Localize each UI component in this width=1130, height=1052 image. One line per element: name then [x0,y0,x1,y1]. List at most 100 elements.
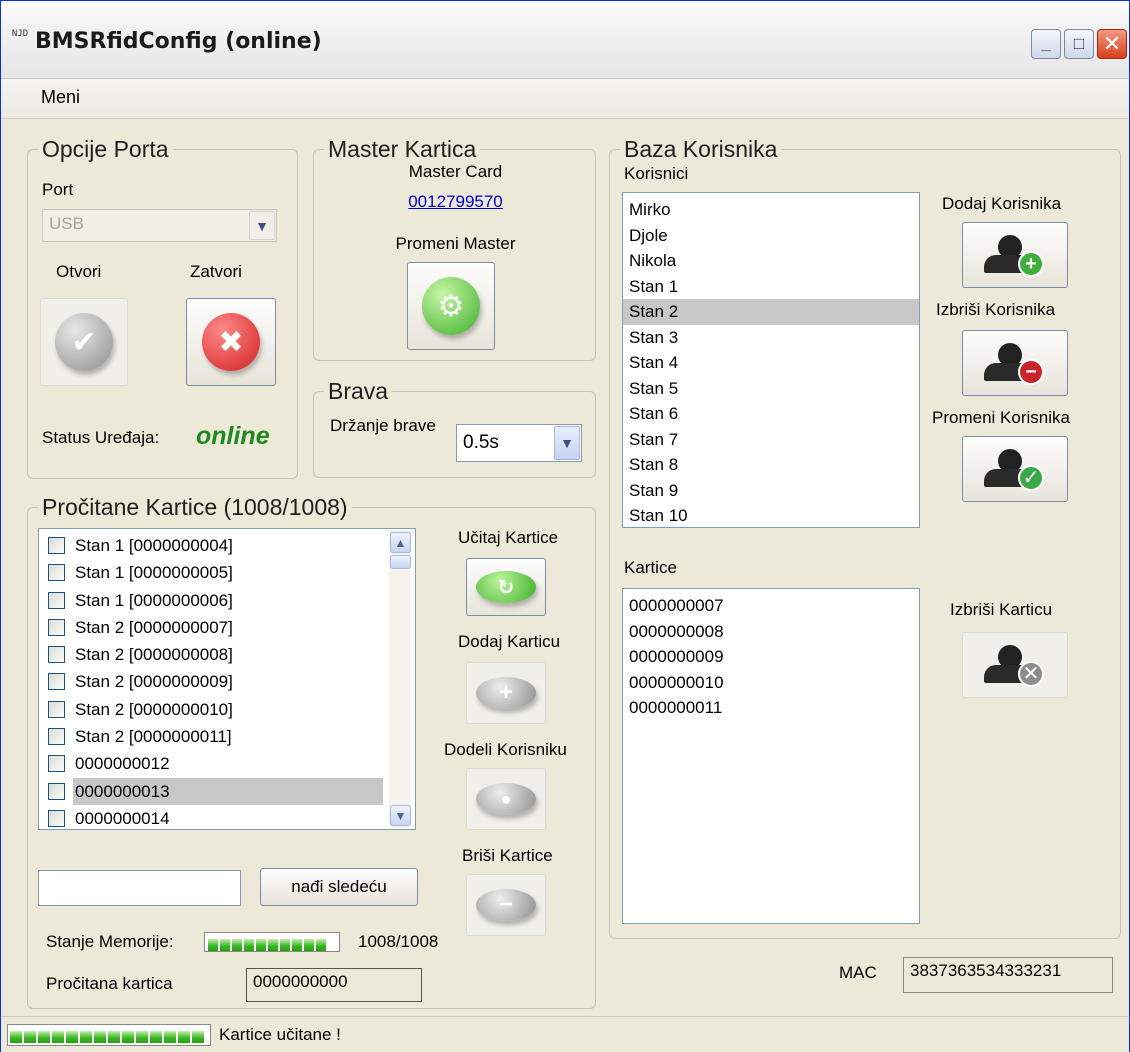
assign-user-button[interactable]: ● [466,768,546,830]
list-item[interactable]: Stan 3 [623,325,919,351]
lock-hold-label: Držanje brave [330,416,436,435]
delete-user-button[interactable]: − [962,330,1068,396]
users-list[interactable]: Mirko Djole Nikola Stan 1 Stan 2 Stan 3 … [622,192,920,528]
list-item[interactable]: Stan 1 [0000000004] [39,532,389,559]
port-select[interactable]: USB ▼ [42,209,277,242]
delete-cards-label: Briši Kartice [462,846,553,865]
lock-hold-select[interactable]: 0.5s ▼ [456,424,582,462]
port-options-title: Opcije Porta [38,136,173,162]
users-db-title: Baza Korisnika [620,136,782,162]
list-item-label: Stan 1 [0000000004] [75,536,233,555]
list-item[interactable]: Stan 2 [0000000011] [39,723,389,750]
checkbox[interactable] [48,809,65,827]
list-item[interactable]: Stan 1 [623,274,919,300]
list-item[interactable]: 0000000008 [623,619,919,645]
open-port-button[interactable]: ✔ [40,298,128,386]
lock-title: Brava [324,378,393,404]
scroll-thumb[interactable] [390,555,411,569]
list-item[interactable]: 0000000012 [39,750,389,777]
remove-user-icon: − [980,343,1050,385]
read-cards-scrollbar[interactable]: ▲ ▼ [389,530,411,828]
find-next-label: nađi sledeću [291,877,387,896]
list-item[interactable]: 0000000007 [623,593,919,619]
add-user-icon: + [980,235,1050,277]
status-text: Kartice učitane ! [219,1025,341,1044]
list-item[interactable]: Stan 2 [0000000007] [39,614,389,641]
list-item[interactable]: Djole [623,223,919,249]
scroll-down-button[interactable]: ▼ [390,805,411,826]
checkbox[interactable] [48,782,65,800]
list-item[interactable]: Stan 2 [0000000009] [39,668,389,695]
list-item[interactable]: Mirko [623,197,919,223]
add-card-button[interactable]: + [466,662,546,724]
list-item[interactable]: Stan 10 [623,503,919,529]
assign-user-label: Dodeli Korisniku [444,740,567,759]
checkbox[interactable] [48,646,65,664]
list-item[interactable]: Stan 4 [623,350,919,376]
close-port-button[interactable]: ✖ [186,298,276,386]
list-item[interactable]: 0000000011 [623,695,919,721]
list-item[interactable]: Stan 5 [623,376,919,402]
delete-card-label: Izbriši Karticu [950,600,1053,619]
close-button[interactable]: ✕ [1097,29,1127,59]
list-item[interactable]: Stan 8 [623,452,919,478]
load-cards-button[interactable]: ↻ [466,558,546,616]
maximize-button[interactable]: □ [1064,29,1094,59]
menu-item-meni[interactable]: Meni [41,87,80,108]
checkbox[interactable] [48,618,65,636]
list-item[interactable]: 0000000014 [39,805,389,832]
minimize-button[interactable]: _ [1031,29,1061,59]
list-item[interactable]: Stan 1 [0000000006] [39,587,389,614]
list-item-selected[interactable]: Stan 2 [623,299,919,325]
checkbox[interactable] [48,755,65,773]
chevron-down-icon: ▼ [249,211,275,240]
mac-value: 3837363534333231 [903,957,1113,993]
scroll-up-button[interactable]: ▲ [390,532,411,553]
read-card-label: Pročitana kartica [46,974,173,993]
list-item[interactable]: 0000000010 [623,670,919,696]
list-item-label: Stan 2 [0000000008] [75,645,233,665]
read-cards-list[interactable]: Stan 1 [0000000004] Stan 1 [0000000005] … [38,528,416,830]
list-item[interactable]: Stan 9 [623,478,919,504]
checkbox[interactable] [48,728,65,746]
checkbox[interactable] [48,564,65,582]
user-cards-list[interactable]: 0000000007 0000000008 0000000009 0000000… [622,588,920,924]
title-bar[interactable]: NJD BMSRfidConfig (online) _ □ ✕ [1,1,1129,79]
list-item[interactable]: Stan 1 [0000000005] [39,559,389,586]
lock-hold-value: 0.5s [463,432,499,453]
read-card-value: 0000000000 [246,968,422,1002]
checkbox[interactable] [48,537,65,554]
delete-user-label: Izbriši Korisnika [936,300,1056,319]
delete-card-button[interactable]: ✕ [962,632,1068,698]
list-item-label: Stan 2 [0000000007] [75,617,233,637]
find-next-button[interactable]: nađi sledeću [260,868,418,906]
load-cards-label: Učitaj Kartice [458,528,559,547]
change-user-button[interactable]: ✓ [962,436,1068,502]
change-master-button[interactable]: ⚙ [407,262,495,350]
list-item[interactable]: Stan 2 [0000000010] [39,696,389,723]
list-item[interactable]: Stan 6 [623,401,919,427]
checkbox[interactable] [48,673,65,691]
list-item-label: 0000000013 [73,777,383,805]
memory-label: Stanje Memorije: [46,932,174,951]
list-item[interactable]: Stan 7 [623,427,919,453]
list-item-label: Stan 1 [0000000006] [75,590,233,610]
read-cards-group: Pročitane Kartice (1008/1008) Stan 1 [00… [27,494,596,1009]
device-status-value: online [196,422,270,450]
list-item[interactable]: Nikola [623,248,919,274]
checkbox[interactable] [48,591,65,609]
memory-progress-bar [204,932,340,952]
search-input[interactable] [38,870,241,906]
gear-icon: ⚙ [422,277,480,335]
list-item[interactable]: 0000000009 [623,644,919,670]
app-icon: NJD [11,29,29,39]
checkbox[interactable] [48,700,65,718]
list-item-selected[interactable]: 0000000013 [39,777,389,805]
add-user-button[interactable]: + [962,222,1068,288]
list-item-label: Stan 2 [0000000010] [75,699,233,719]
master-card-title: Master Kartica [324,136,481,162]
add-user-label: Dodaj Korisnika [942,194,1062,213]
master-card-link[interactable]: 0012799570 [314,192,597,212]
list-item[interactable]: Stan 2 [0000000008] [39,641,389,668]
delete-cards-button[interactable]: − [466,874,546,936]
